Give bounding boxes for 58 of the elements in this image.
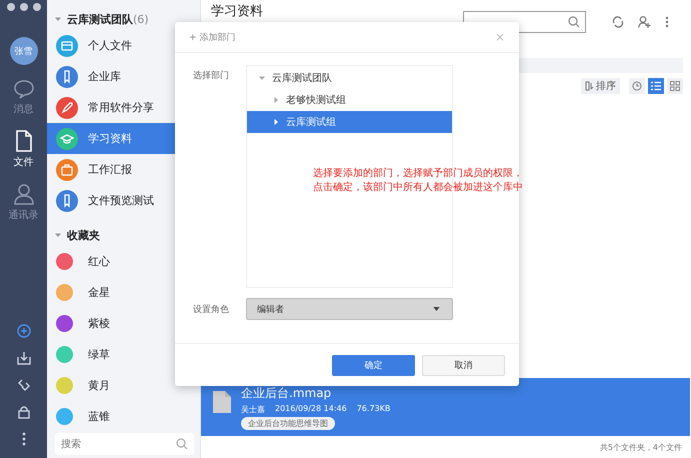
list-icon	[651, 81, 661, 91]
field-label: 设置角色	[193, 304, 230, 316]
caret-icon	[273, 119, 279, 125]
download-icon[interactable]	[16, 351, 30, 365]
caret-icon	[433, 307, 440, 311]
search-icon	[568, 16, 580, 28]
field-label: 选择部门	[193, 70, 230, 82]
group-header[interactable]: 云库测试团队(6)	[47, 0, 200, 30]
favorite-item[interactable]: 蓝锥	[47, 401, 200, 432]
sync-icon[interactable]	[612, 16, 624, 28]
confirm-button[interactable]: 确定	[332, 354, 415, 376]
more-icon[interactable]	[665, 16, 669, 28]
caret-icon	[259, 75, 265, 81]
status-text: 共5个文件夹，4个文件	[600, 442, 682, 453]
nav-item[interactable]: 文件	[14, 130, 34, 169]
more-icon[interactable]	[22, 432, 26, 446]
role-dropdown[interactable]: 编辑者	[246, 298, 453, 320]
page-title: 学习资料	[211, 4, 264, 20]
clock-icon	[632, 81, 642, 91]
sort-button[interactable]: 排序	[581, 78, 620, 94]
grid-view-button[interactable]	[667, 78, 683, 94]
file-owner: 吴士嘉	[241, 404, 265, 415]
chat-icon	[12, 79, 34, 99]
file-tag: 企业后台功能思维导图	[241, 417, 335, 430]
document-icon	[213, 391, 231, 413]
link-icon[interactable]	[16, 378, 30, 392]
favorite-item[interactable]: 红心	[47, 246, 200, 277]
group-header[interactable]: 收藏夹	[47, 216, 200, 246]
caret-icon	[55, 16, 61, 22]
library-item[interactable]: 常用软件分享	[47, 92, 200, 123]
cancel-button[interactable]: 取消	[422, 354, 505, 376]
search-field[interactable]: 搜索	[55, 433, 194, 455]
grid-icon	[670, 81, 680, 91]
annotation-text: 选择要添加的部门，选择赋予部门成员的权限，	[313, 167, 523, 181]
lock-icon[interactable]	[16, 405, 30, 419]
file-size: 76.73KB	[356, 404, 390, 415]
annotation-text: 点击确定，该部门中所有人都会被加进这个库中	[313, 181, 523, 195]
list-view-button[interactable]	[648, 78, 664, 94]
add-user-icon[interactable]	[638, 16, 651, 28]
tree-item[interactable]: 云库测试团队	[247, 67, 452, 89]
file-name: 企业后台.mmap	[241, 385, 332, 402]
file-date: 2016/09/28 14:46	[275, 404, 347, 415]
favorite-item[interactable]: 绿草	[47, 339, 200, 370]
clock-view-button[interactable]	[629, 78, 645, 94]
file-row[interactable]: 企业后台.mmap 吴士嘉 2016/09/28 14:46 76.73KB 企业后台功能思维导图	[201, 378, 690, 436]
sort-icon	[585, 81, 594, 91]
person-icon	[12, 183, 34, 205]
caret-icon	[55, 232, 61, 238]
file-icon	[14, 130, 32, 152]
caret-icon	[273, 97, 279, 103]
tree-item[interactable]: 老够快测试组	[247, 89, 452, 111]
library-item[interactable]: 文件预览测试	[47, 185, 200, 216]
library-item[interactable]: 工作汇报	[47, 154, 200, 185]
add-icon[interactable]	[16, 324, 30, 338]
dialog-title: + 添加部门	[189, 32, 236, 44]
tree-item[interactable]: 云库测试组	[247, 111, 452, 133]
favorite-item[interactable]: 黄月	[47, 370, 200, 401]
search-icon	[176, 438, 188, 450]
